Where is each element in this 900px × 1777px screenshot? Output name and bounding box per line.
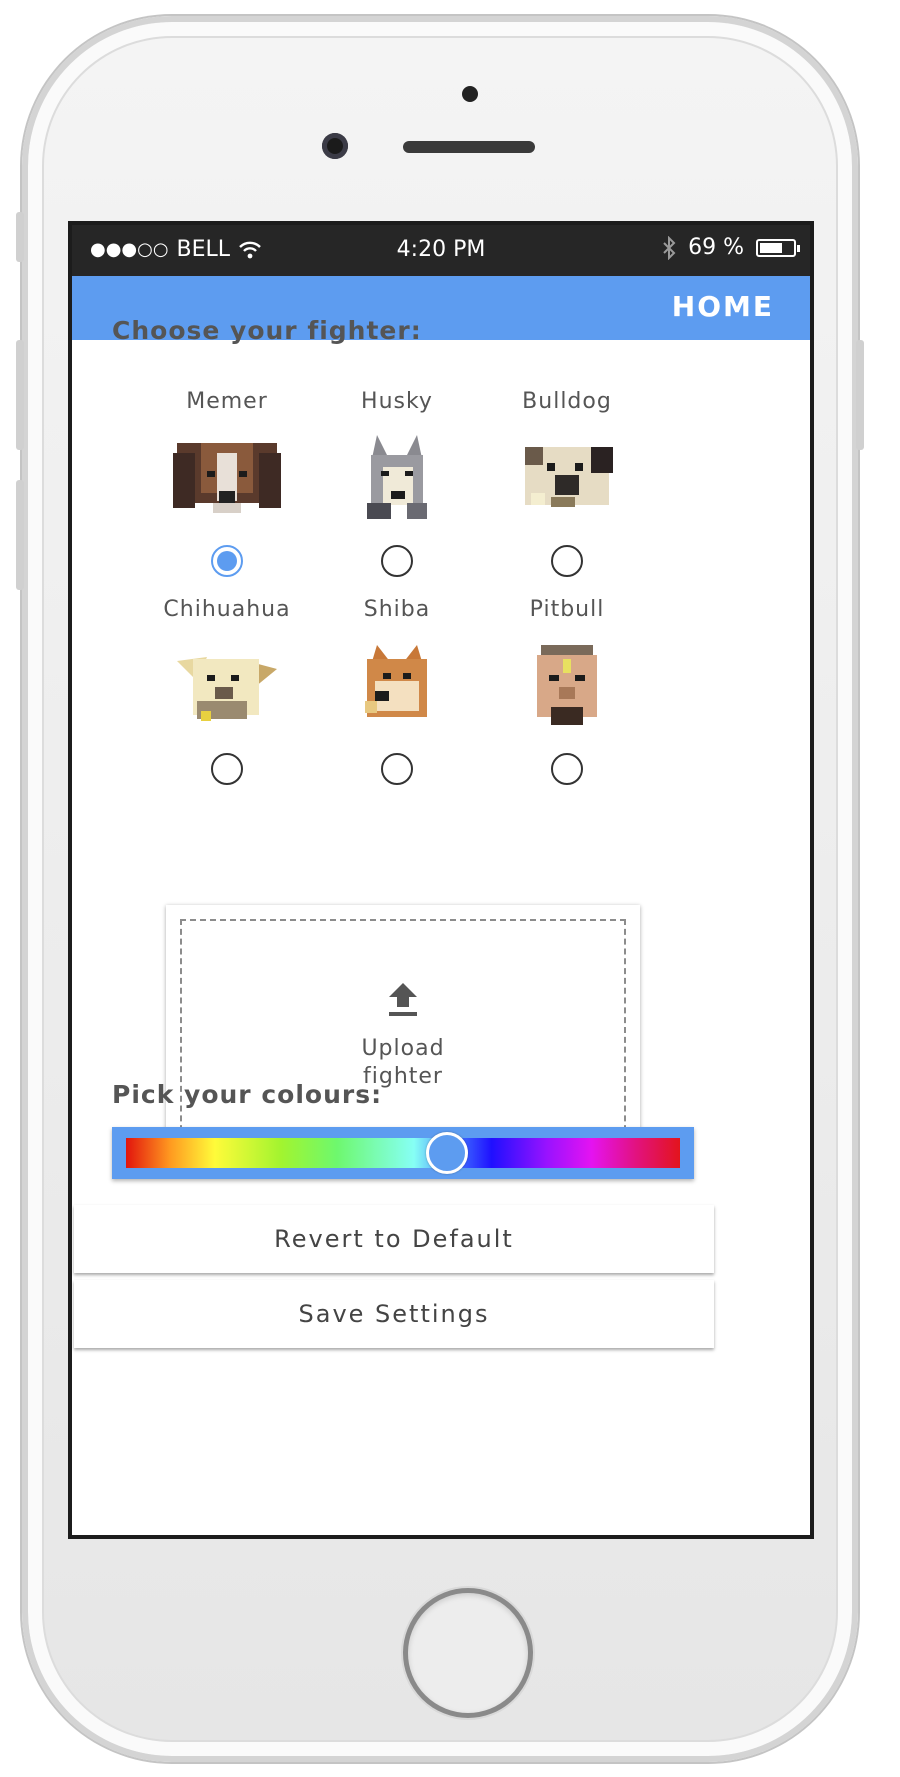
fighter-radio-shiba[interactable] [381,753,413,785]
home-button[interactable] [403,1588,533,1718]
colour-slider-thumb[interactable] [426,1132,468,1174]
fighter-name: Chihuahua [163,597,291,622]
chihuahua-image [177,657,277,721]
volume-up-button[interactable] [16,340,24,450]
husky-dog-image [367,435,427,519]
earpiece-speaker [403,141,535,153]
fighter-radio-husky[interactable] [381,545,413,577]
battery-icon [756,238,800,257]
upload-label-line1: Upload [361,1036,445,1061]
battery-percent: 69 % [688,235,744,260]
shiba-image [365,645,427,717]
fighter-option-bulldog[interactable]: Bulldog [472,389,662,577]
colour-section-title: Pick your colours: [112,1080,383,1109]
bluetooth-icon [663,235,676,260]
fighter-name: Memer [186,389,268,414]
colour-slider[interactable] [112,1127,694,1179]
home-nav-link[interactable]: HOME [672,290,774,323]
pitbull-image [537,645,597,725]
upload-icon [389,983,417,1016]
fighter-radio-memer[interactable] [211,545,243,577]
revert-to-default-button[interactable]: Revert to Default [74,1205,714,1273]
mute-switch[interactable] [16,212,24,262]
fighter-radio-pitbull[interactable] [551,753,583,785]
upload-fighter-card[interactable]: Upload fighter [166,905,640,1155]
fighter-option-husky[interactable]: Husky [302,389,492,577]
power-button[interactable] [856,340,864,450]
front-camera [322,133,348,159]
save-settings-button[interactable]: Save Settings [74,1280,714,1348]
fighter-radio-bulldog[interactable] [551,545,583,577]
fighter-name: Bulldog [522,389,612,414]
fighter-section-title: Choose your fighter: [112,316,422,345]
proximity-sensor [462,86,478,102]
fighter-name: Pitbull [529,597,605,622]
status-indicators: 69 % [662,235,800,260]
bulldog-image [525,447,613,507]
fighter-radio-chihuahua[interactable] [211,753,243,785]
battery-fill [760,242,782,253]
fighter-name: Husky [361,389,433,414]
fighter-option-chihuahua[interactable]: Chihuahua [132,597,322,785]
fighter-option-shiba[interactable]: Shiba [302,597,492,785]
fighter-option-pitbull[interactable]: Pitbull [472,597,662,785]
app-screen: ●●●○○ BELL 4:20 PM 69 % HOME Choose your… [68,221,814,1539]
colour-slider-track[interactable] [126,1132,680,1174]
fighter-option-memer[interactable]: Memer [132,389,322,577]
fighter-name: Shiba [363,597,431,622]
volume-down-button[interactable] [16,480,24,590]
status-bar: ●●●○○ BELL 4:20 PM 69 % [72,225,810,276]
memer-dog-image [173,443,281,513]
